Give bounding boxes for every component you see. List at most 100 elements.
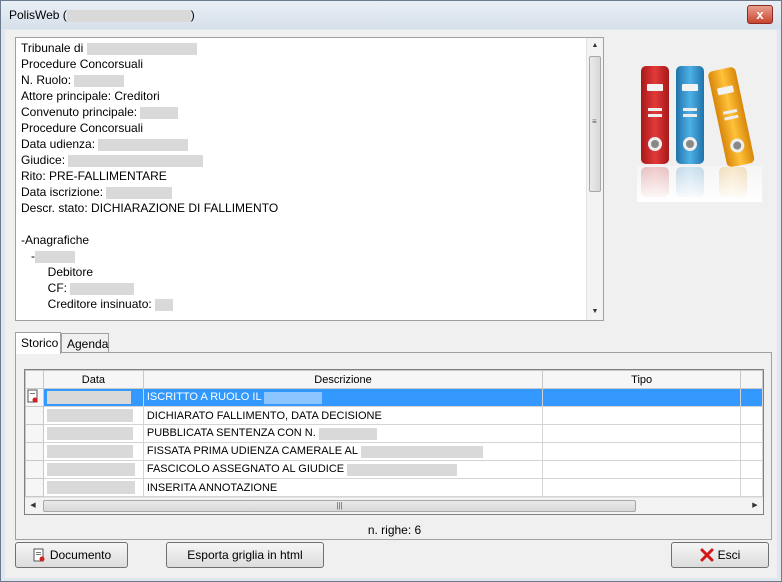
row-indicator-header — [25, 370, 44, 389]
details-line-text: Descr. stato: DICHIARAZIONE DI FALLIMENT… — [21, 201, 279, 215]
tab-storico[interactable]: Storico — [15, 332, 61, 354]
cell-descrizione[interactable]: FISSATA PRIMA UDIENZA CAMERALE AL — [142, 442, 544, 461]
column-header-data[interactable]: Data — [42, 370, 144, 389]
esporta-label: Esporta griglia in html — [187, 548, 303, 562]
details-line: - — [21, 248, 586, 264]
details-line: CF: — [21, 280, 586, 296]
scroll-down-arrow-icon[interactable]: ▼ — [587, 304, 603, 320]
details-memo[interactable]: Tribunale di Procedure Concorsuali N. Ruo… — [15, 37, 604, 321]
details-line: Data udienza: — [21, 136, 586, 152]
descrizione-text: DICHIARATO FALLIMENTO, DATA DECISIONE — [146, 409, 382, 422]
close-button[interactable]: x — [747, 5, 773, 24]
cell-descrizione[interactable]: DICHIARATO FALLIMENTO, DATA DECISIONE — [142, 406, 544, 425]
redacted-block — [46, 391, 131, 404]
cell-data[interactable] — [42, 406, 144, 425]
redacted-block — [98, 138, 189, 151]
esporta-griglia-button[interactable]: Esporta griglia in html — [166, 542, 324, 568]
details-line-text: Creditore insinuato: — [21, 297, 156, 311]
details-line: Procedure Concorsuali — [21, 120, 586, 136]
row-indicator[interactable] — [25, 460, 44, 479]
scroll-thumb[interactable]: ≡ — [589, 56, 601, 192]
descrizione-text: INSERITA ANNOTAZIONE — [146, 481, 278, 494]
details-text: Tribunale di Procedure Concorsuali N. Ruo… — [21, 40, 586, 312]
document-icon — [27, 389, 38, 403]
descrizione-text: FISSATA PRIMA UDIENZA CAMERALE AL — [146, 445, 361, 458]
tab-agenda[interactable]: Agenda — [61, 333, 109, 354]
documento-button[interactable]: Documento — [15, 542, 128, 568]
horizontal-scroll-thumb[interactable]: ||| — [43, 500, 636, 512]
redacted-block — [155, 298, 174, 311]
details-line-text: Attore principale: Creditori — [21, 89, 160, 103]
scroll-up-arrow-icon[interactable]: ▲ — [587, 38, 603, 54]
red-x-icon — [700, 548, 714, 562]
column-header-filler — [740, 370, 763, 389]
row-indicator[interactable] — [25, 442, 44, 461]
esci-label: Esci — [717, 548, 741, 562]
redacted-block — [360, 445, 483, 458]
row-indicator[interactable] — [25, 406, 44, 425]
row-indicator[interactable] — [25, 388, 44, 407]
cell-tipo[interactable] — [542, 424, 742, 443]
redacted-block — [68, 154, 204, 167]
cell-filler — [740, 442, 763, 461]
cell-data[interactable] — [42, 460, 144, 479]
cell-data[interactable] — [42, 424, 144, 443]
red-binder — [641, 66, 669, 164]
cell-descrizione[interactable]: INSERITA ANNOTAZIONE — [142, 478, 544, 497]
details-line-text: Procedure Concorsuali — [21, 57, 144, 71]
descrizione-text: FASCICOLO ASSEGNATO AL GIUDICE — [146, 463, 348, 476]
table-row[interactable]: DICHIARATO FALLIMENTO, DATA DECISIONE — [25, 406, 763, 425]
redacted-block — [318, 427, 377, 440]
cell-tipo[interactable] — [542, 388, 742, 407]
blue-binder — [676, 66, 704, 164]
table-row[interactable]: INSERITA ANNOTAZIONE — [25, 478, 763, 497]
redacted-block — [66, 9, 191, 22]
details-line: Convenuto principale: — [21, 104, 586, 120]
cell-filler — [740, 388, 763, 407]
details-line: Attore principale: Creditori — [21, 88, 586, 104]
row-indicator[interactable] — [25, 478, 44, 497]
details-line: Creditore insinuato: — [21, 296, 586, 312]
table-row[interactable]: FISSATA PRIMA UDIENZA CAMERALE AL — [25, 442, 763, 461]
cell-tipo[interactable] — [542, 406, 742, 425]
row-indicator[interactable] — [25, 424, 44, 443]
cell-data[interactable] — [42, 442, 144, 461]
table-row[interactable]: FASCICOLO ASSEGNATO AL GIUDICE — [25, 460, 763, 479]
cell-descrizione[interactable]: PUBBLICATA SENTENZA CON N. — [142, 424, 544, 443]
details-line: Procedure Concorsuali — [21, 56, 586, 72]
details-line: Descr. stato: DICHIARAZIONE DI FALLIMENT… — [21, 200, 586, 216]
cell-tipo[interactable] — [542, 442, 742, 461]
cell-descrizione[interactable]: FASCICOLO ASSEGNATO AL GIUDICE — [142, 460, 544, 479]
details-line-text: N. Ruolo: — [21, 73, 75, 87]
esci-button[interactable]: Esci — [671, 542, 769, 568]
details-line: Data iscrizione: — [21, 184, 586, 200]
scroll-left-arrow-icon[interactable]: ◀ — [25, 498, 41, 514]
cell-data[interactable] — [42, 478, 144, 497]
cell-data[interactable] — [42, 388, 144, 407]
memo-vertical-scrollbar[interactable]: ▲ ≡ ▼ — [586, 38, 603, 320]
row-count-label: n. righe: 6 — [367, 523, 422, 537]
table-row[interactable]: ISCRITTO A RUOLO IL — [25, 388, 763, 407]
cell-descrizione[interactable]: ISCRITTO A RUOLO IL — [142, 388, 544, 407]
history-table: Data Descrizione Tipo ISCRITTO A RUOLO I… — [25, 370, 763, 497]
cell-filler — [740, 478, 763, 497]
redacted-block — [46, 409, 133, 422]
history-grid[interactable]: Data Descrizione Tipo ISCRITTO A RUOLO I… — [24, 369, 764, 515]
table-row[interactable]: PUBBLICATA SENTENZA CON N. — [25, 424, 763, 443]
descrizione-text: ISCRITTO A RUOLO IL — [146, 391, 265, 404]
column-header-tipo[interactable]: Tipo — [542, 370, 742, 389]
redacted-block — [74, 74, 125, 87]
grid-horizontal-scrollbar[interactable]: ◀ ||| ▶ — [25, 497, 763, 514]
details-line: Tribunale di — [21, 40, 586, 56]
storico-panel: Data Descrizione Tipo ISCRITTO A RUOLO I… — [15, 352, 772, 540]
cell-tipo[interactable] — [542, 478, 742, 497]
title-bar: PolisWeb () x — [1, 1, 781, 29]
cell-tipo[interactable] — [542, 460, 742, 479]
details-line-text: -Anagrafiche — [21, 233, 90, 247]
details-line-text: - — [21, 249, 35, 263]
column-header-descrizione[interactable]: Descrizione — [142, 370, 544, 389]
details-line: -Anagrafiche — [21, 232, 586, 248]
details-line-text: Convenuto principale: — [21, 105, 141, 119]
cell-filler — [740, 424, 763, 443]
scroll-right-arrow-icon[interactable]: ▶ — [747, 498, 763, 514]
